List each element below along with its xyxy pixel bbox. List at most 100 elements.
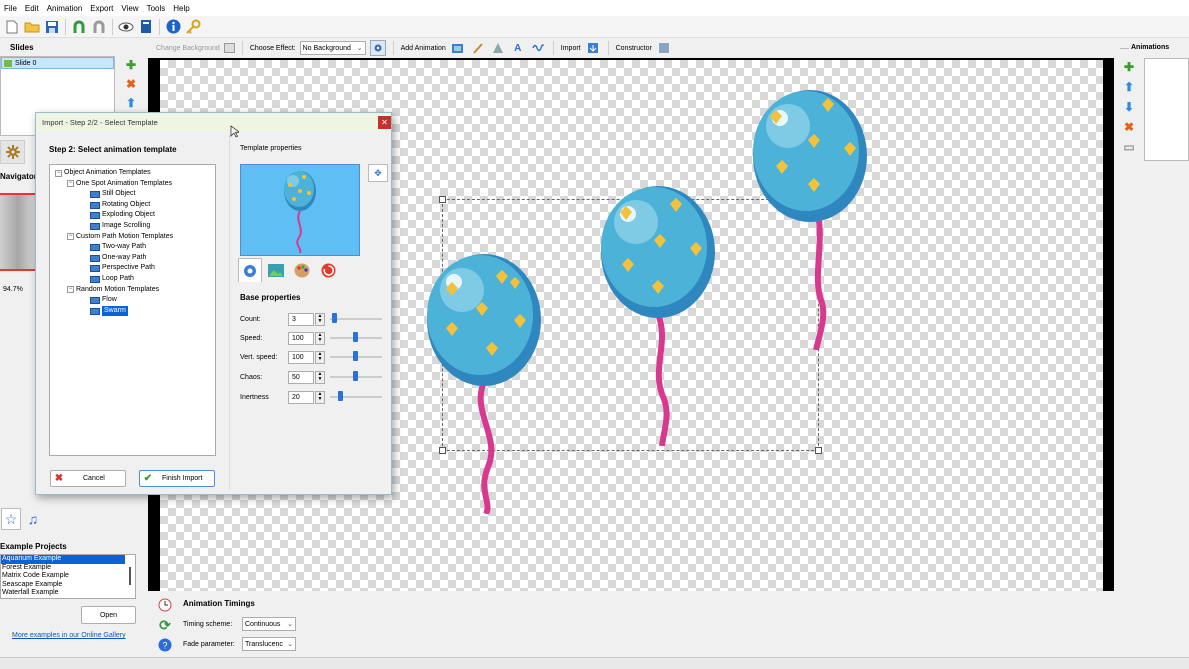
menu-help[interactable]: Help — [169, 4, 193, 13]
property-value-input[interactable]: 100 — [288, 350, 314, 364]
tree-leaf[interactable]: Exploding Object — [50, 210, 215, 221]
delete-animation-button[interactable]: ✖ — [1122, 120, 1136, 134]
list-item[interactable]: Matrix Code Example — [1, 572, 135, 581]
tree-node[interactable]: − Custom Path Motion Templates — [50, 232, 215, 243]
add-clipart-animation-button[interactable] — [490, 38, 506, 58]
property-slider[interactable] — [330, 371, 382, 381]
music-tab[interactable]: ♫ — [23, 508, 43, 530]
example-projects-list[interactable]: Aquarium Example Forest Example Matrix C… — [0, 554, 136, 599]
tree-leaf[interactable]: Image Scrolling — [50, 221, 215, 232]
add-image-animation-button[interactable] — [450, 38, 466, 58]
resize-handle[interactable] — [815, 447, 822, 454]
spinner-buttons[interactable]: ▲ ▼ — [315, 390, 325, 404]
finish-import-button[interactable]: ✔ Finish Import — [139, 470, 215, 487]
property-slider[interactable] — [330, 313, 382, 323]
save-button[interactable] — [42, 17, 62, 37]
spinner-buttons[interactable]: ▲ ▼ — [315, 350, 325, 364]
slider-thumb[interactable] — [332, 313, 338, 323]
new-file-button[interactable] — [2, 17, 22, 37]
tab-image[interactable] — [264, 258, 288, 282]
tree-leaf[interactable]: Flow — [50, 295, 215, 306]
property-value-input[interactable]: 20 — [288, 390, 314, 404]
fade-parameter-select[interactable]: Translucenc ⌄ — [242, 637, 296, 651]
timing-scheme-select[interactable]: Continuous ⌄ — [242, 617, 296, 631]
menu-animation[interactable]: Animation — [43, 4, 87, 13]
list-item[interactable]: Waterfall Example — [1, 589, 135, 598]
slide-item[interactable]: Slide 0 — [1, 57, 114, 69]
tab-colors[interactable] — [290, 258, 314, 282]
print-animation-button[interactable]: ▭ — [1122, 140, 1136, 154]
tree-node[interactable]: − Random Motion Templates — [50, 285, 215, 296]
redo-button[interactable] — [89, 17, 109, 37]
tree-leaf[interactable]: One-way Path — [50, 253, 215, 264]
import-button[interactable]: Import — [561, 45, 581, 52]
property-slider[interactable] — [330, 391, 382, 401]
template-tree[interactable]: − Object Animation Templates − One Spot … — [49, 164, 216, 456]
import-icon-button[interactable] — [585, 38, 601, 58]
list-scrollbar[interactable] — [129, 567, 131, 585]
effect-settings-button[interactable] — [369, 40, 386, 56]
collapse-icon[interactable]: − — [67, 233, 74, 241]
online-gallery-link[interactable]: More examples in our Online Gallery — [12, 632, 126, 639]
tab-effects[interactable] — [316, 258, 340, 282]
slider-thumb[interactable] — [337, 391, 343, 401]
constructor-icon-button[interactable] — [656, 38, 672, 58]
move-slide-up-button[interactable]: ⬆ — [124, 96, 138, 110]
list-item[interactable]: Seascape Example — [1, 581, 135, 590]
dialog-close-button[interactable]: ✕ — [378, 116, 391, 129]
favorites-tab[interactable]: ☆ — [1, 508, 21, 530]
tree-leaf[interactable]: Two-way Path — [50, 242, 215, 253]
list-item[interactable]: Aquarium Example — [1, 555, 125, 564]
tab-base-properties[interactable] — [238, 258, 262, 282]
menu-export[interactable]: Export — [86, 4, 117, 13]
tree-leaf[interactable]: Loop Path — [50, 274, 215, 285]
tree-leaf[interactable]: Still Object — [50, 189, 215, 200]
spinner-buttons[interactable]: ▲ ▼ — [315, 370, 325, 384]
open-button[interactable]: Open — [81, 606, 136, 624]
menu-tools[interactable]: Tools — [143, 4, 170, 13]
balloon-object[interactable] — [752, 88, 872, 350]
move-animation-up-button[interactable]: ⬆ — [1122, 80, 1136, 94]
open-folder-button[interactable] — [22, 17, 42, 37]
collapse-icon[interactable]: − — [55, 169, 62, 177]
menu-edit[interactable]: Edit — [21, 4, 43, 13]
add-path-animation-button[interactable] — [530, 38, 546, 58]
slider-thumb[interactable] — [352, 351, 358, 361]
navigator-thumbnail[interactable] — [0, 193, 38, 271]
help-icon[interactable]: ? — [157, 637, 173, 653]
tree-leaf[interactable]: Rotating Object — [50, 200, 215, 211]
spinner-buttons[interactable]: ▲ ▼ — [315, 331, 325, 345]
menu-file[interactable]: File — [0, 4, 21, 13]
resize-handle[interactable] — [439, 196, 446, 203]
tree-node[interactable]: − Object Animation Templates — [50, 168, 215, 179]
property-value-input[interactable]: 3 — [288, 312, 314, 326]
add-brush-animation-button[interactable] — [470, 38, 486, 58]
constructor-button[interactable]: Constructor — [616, 45, 652, 52]
property-slider[interactable] — [330, 351, 382, 361]
property-slider[interactable] — [330, 332, 382, 342]
collapse-icon[interactable]: − — [67, 180, 74, 188]
tree-leaf[interactable]: Perspective Path — [50, 263, 215, 274]
menu-view[interactable]: View — [117, 4, 142, 13]
effect-select[interactable]: No Background ⌄ — [299, 41, 366, 55]
undo-button[interactable] — [69, 17, 89, 37]
add-animation-button[interactable]: ✚ — [1122, 60, 1136, 74]
delete-slide-button[interactable]: ✖ — [124, 77, 138, 91]
balloon-object[interactable] — [600, 184, 720, 446]
tree-leaf-selected[interactable]: Swarm — [50, 305, 215, 317]
tree-node[interactable]: − One Spot Animation Templates — [50, 179, 215, 190]
preview-button[interactable] — [116, 17, 136, 37]
property-value-input[interactable]: 50 — [288, 370, 314, 384]
cancel-button[interactable]: ✖ Cancel — [50, 470, 126, 487]
change-background-button[interactable]: Change Background — [156, 45, 220, 52]
list-item[interactable]: Forest Example — [1, 564, 135, 573]
info-button[interactable] — [163, 17, 183, 37]
add-slide-button[interactable]: ✚ — [124, 58, 138, 72]
animations-list[interactable] — [1144, 58, 1189, 161]
slider-thumb[interactable] — [352, 371, 358, 381]
spinner-buttons[interactable]: ▲ ▼ — [315, 312, 325, 326]
property-value-input[interactable]: 100 — [288, 331, 314, 345]
move-animation-down-button[interactable]: ⬇ — [1122, 100, 1136, 114]
collapse-icon[interactable]: − — [67, 286, 74, 294]
license-button[interactable] — [183, 17, 203, 37]
